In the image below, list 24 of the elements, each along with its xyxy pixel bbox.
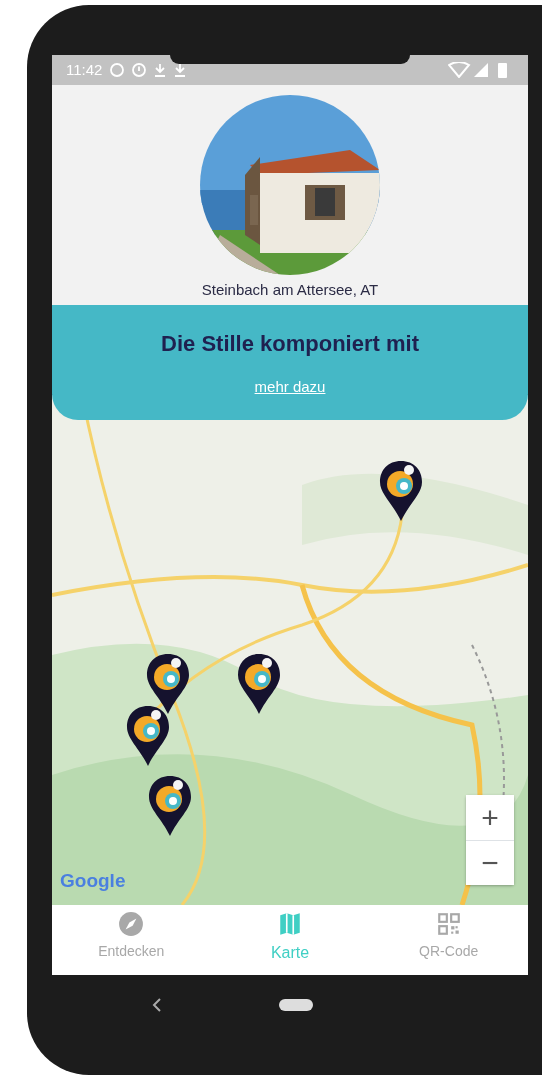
more-link[interactable]: mehr dazu (254, 375, 326, 399)
map-pin[interactable] (378, 460, 424, 522)
sync-icon (110, 63, 125, 77)
location-label: Steinbach am Attersee, AT (201, 280, 379, 300)
map-pin[interactable] (147, 775, 193, 837)
download-icon (174, 63, 187, 77)
map-icon (277, 911, 303, 937)
map-attribution: Google (60, 868, 126, 893)
nav-tab[interactable]: Entdecken (52, 905, 211, 975)
status-time: 11:42 (66, 59, 103, 80)
map-pin[interactable] (145, 653, 191, 715)
banner-title: Die Stille komponiert mit (161, 329, 419, 358)
alert-icon (132, 63, 147, 77)
nav-tab[interactable]: QR-Code (369, 905, 528, 975)
download-icon (154, 63, 167, 77)
map-pin[interactable] (236, 653, 282, 715)
back-icon[interactable] (152, 998, 162, 1012)
qr-code-icon (435, 911, 462, 937)
home-button[interactable] (279, 999, 313, 1011)
map-pin[interactable] (125, 705, 171, 767)
compass-icon (118, 911, 145, 937)
zoom-in-button[interactable]: + (466, 795, 514, 840)
nav-tab[interactable]: Karte (210, 905, 370, 975)
zoom-out-button[interactable]: − (466, 840, 514, 885)
